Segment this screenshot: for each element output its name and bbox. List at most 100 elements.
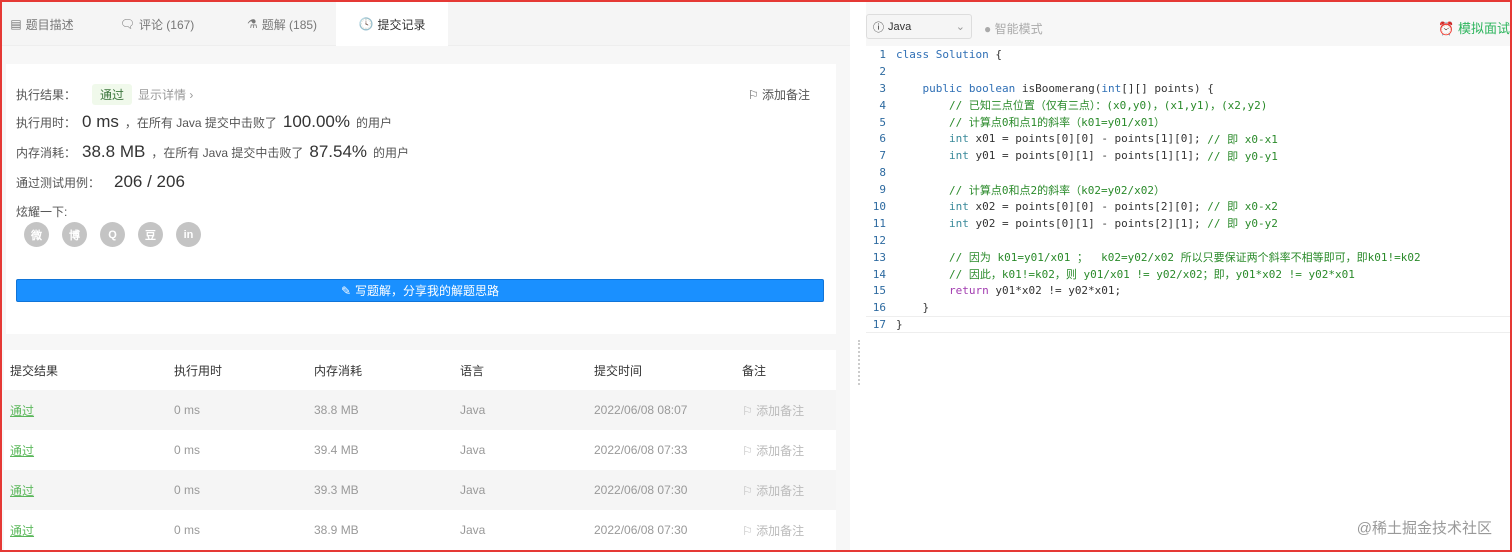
code-token: { (995, 47, 1002, 61)
douban-icon[interactable]: 豆 (138, 222, 163, 247)
code-token: int (896, 199, 976, 213)
status-link[interactable]: 通过 (10, 404, 34, 418)
code-token: x01 = points[0][0] - points[1][0]; (975, 132, 1208, 146)
tab-submissions[interactable]: 🕓 提交记录 (336, 2, 448, 46)
memory-row: 内存消耗： 38.8 MB ，在所有 Java 提交中击败了 87.54% 的用… (16, 142, 410, 161)
qq-icon[interactable]: Q (100, 222, 125, 247)
code-line: 1 class Solution { (866, 46, 1510, 63)
watermark: @稀土掘金技术社区 (1356, 520, 1492, 537)
memory-cell: 38.8 MB (314, 403, 359, 417)
editor-toolbar: ⓘ Java ⌄ ● 智能模式 ⏰ 模拟面试 (866, 2, 1510, 46)
line-number: 14 (872, 267, 886, 281)
code-token: int (896, 149, 976, 163)
code-line: 15 return y01*x02 != y02*x01; (866, 282, 1510, 299)
add-note-button[interactable]: ⚐ 添加备注 (742, 482, 836, 499)
status-link[interactable]: 通过 (10, 524, 34, 538)
tab-solutions[interactable]: ⚗ 题解 (185) (232, 2, 332, 46)
code-token: isBoomerang( (1021, 81, 1102, 95)
add-note-button[interactable]: ⚐ 添加备注 (742, 402, 836, 419)
result-row: 执行结果： 通过 显示详情 › (16, 84, 193, 105)
code-token: // 因此，k01!=k02，则 y01/x01 != y02/x02；即，y0… (896, 268, 1355, 282)
flask-icon: ⚗ (246, 17, 258, 31)
code-token: class Solution (896, 47, 996, 61)
code-token: int (896, 132, 976, 146)
code-line: 12 (866, 232, 1510, 249)
wechat-icon[interactable]: 微 (24, 222, 49, 247)
runtime-row: 执行用时： 0 ms ，在所有 Java 提交中击败了 100.00% 的用户 (16, 112, 393, 131)
flag-icon: ⚐ (742, 403, 757, 418)
code-token: } (896, 301, 930, 315)
write-solution-button[interactable]: ✎ 写题解，分享我的解题思路 (16, 279, 824, 302)
code-token: // 计算点0和点1的斜率（k01=y01/x01） (896, 116, 1165, 129)
line-number: 12 (872, 233, 886, 247)
code-line: 13 // 因为 k01=y01/x01 ； k02=y02/x02 所以只要保… (866, 249, 1510, 266)
code-token: // 即 x0-x1 (1207, 132, 1278, 146)
runtime-cell: 0 ms (174, 523, 201, 537)
code-token: x02 = points[0][0] - points[2][0]; (975, 199, 1208, 213)
code-token: // 即 y0-y1 (1207, 149, 1278, 163)
weibo-icon[interactable]: 博 (62, 222, 87, 247)
line-number: 6 (879, 132, 886, 146)
date-cell: 2022/06/08 07:30 (594, 483, 688, 497)
share-buttons: 微 博 Q 豆 in (24, 222, 201, 247)
code-token: int (896, 216, 976, 230)
line-number: 4 (879, 98, 886, 112)
add-note-button[interactable]: ⚐ 添加备注 (742, 442, 836, 459)
line-number: 8 (879, 166, 886, 180)
panel-resize-handle[interactable] (858, 340, 862, 385)
line-number: 13 (872, 250, 886, 264)
runtime-cell: 0 ms (174, 443, 201, 457)
language-select[interactable]: ⓘ Java ⌄ (866, 14, 972, 39)
code-line: 7 int y01 = points[0][1] - points[1][1];… (866, 147, 1510, 164)
status-link[interactable]: 通过 (10, 484, 34, 498)
result-card: 执行结果： 通过 显示详情 › ⚐ 添加备注 执行用时： 0 ms ，在所有 J… (6, 64, 836, 334)
date-cell: 2022/06/08 07:33 (594, 443, 688, 457)
language-cell: Java (460, 403, 486, 417)
mock-interview-button[interactable]: ⏰ 模拟面试 (1438, 18, 1510, 37)
code-token: [][] points) { (1121, 81, 1214, 95)
code-line: 6 int x01 = points[0][0] - points[1][0];… (866, 130, 1510, 147)
tests-row: 通过测试用例： 206 / 206 (16, 172, 185, 191)
code-line: 14 // 因此，k01!=k02，则 y01/x01 != y02/x02；即… (866, 266, 1510, 283)
code-line: 2 (866, 63, 1510, 80)
table-row: 通过 0 ms 38.8 MB Java 2022/06/08 08:07 ⚐ … (4, 390, 836, 430)
tab-description[interactable]: ▤ 题目描述 (2, 2, 82, 46)
memory-cell: 38.9 MB (314, 523, 359, 537)
table-row: 通过 0 ms 39.4 MB Java 2022/06/08 07:33 ⚐ … (4, 430, 836, 470)
code-line: 4 // 已知三点位置（仅有三点）：(x0,y0)，(x1,y1)，(x2,y2… (866, 97, 1510, 114)
language-cell: Java (460, 443, 486, 457)
code-token: y01*x02 != y02*x01; (995, 284, 1122, 298)
line-number: 7 (879, 149, 886, 163)
code-area[interactable]: 1 class Solution {2 3 public boolean isBoo… (866, 46, 1510, 334)
info-icon: ⓘ (873, 21, 884, 34)
line-number: 9 (879, 183, 886, 197)
code-token: // 即 x0-x2 (1207, 200, 1278, 214)
memory-cell: 39.4 MB (314, 443, 359, 457)
add-note-button[interactable]: ⚐ 添加备注 (748, 86, 810, 103)
code-line: 17} (866, 316, 1510, 334)
show-details-link[interactable]: 显示详情 › (138, 86, 193, 103)
code-editor-panel: ⓘ Java ⌄ ● 智能模式 ⏰ 模拟面试 1 class Solution {2 3… (866, 2, 1510, 550)
smart-mode-toggle[interactable]: ● 智能模式 (984, 20, 1043, 37)
add-note-button[interactable]: ⚐ 添加备注 (742, 522, 836, 539)
share-label-row: 炫耀一下: (16, 205, 68, 219)
line-number: 11 (872, 216, 886, 230)
date-cell: 2022/06/08 07:30 (594, 523, 688, 537)
alarm-icon: ⏰ (1438, 21, 1458, 36)
memory-cell: 39.3 MB (314, 483, 359, 497)
clock-icon: 🕓 (358, 17, 374, 31)
line-number: 5 (879, 115, 886, 129)
code-token: // 即 y0-y2 (1207, 217, 1278, 231)
code-token: // 已知三点位置（仅有三点）：(x0,y0)，(x1,y1)，(x2,y2) (896, 99, 1268, 113)
line-number: 2 (879, 64, 886, 78)
code-line: 11 int y02 = points[0][1] - points[2][1]… (866, 215, 1510, 232)
code-token: return (896, 284, 996, 298)
code-line: 3 public boolean isBoomerang(int[][] poi… (866, 80, 1510, 97)
description-icon: ▤ (10, 17, 22, 31)
flag-icon: ⚐ (742, 523, 757, 538)
linkedin-icon[interactable]: in (176, 222, 201, 247)
status-link[interactable]: 通过 (10, 444, 34, 458)
code-line: 5 // 计算点0和点1的斜率（k01=y01/x01） (866, 114, 1510, 131)
tab-comments[interactable]: 🗨 评论 (167) (82, 2, 232, 46)
line-number: 3 (879, 81, 886, 95)
